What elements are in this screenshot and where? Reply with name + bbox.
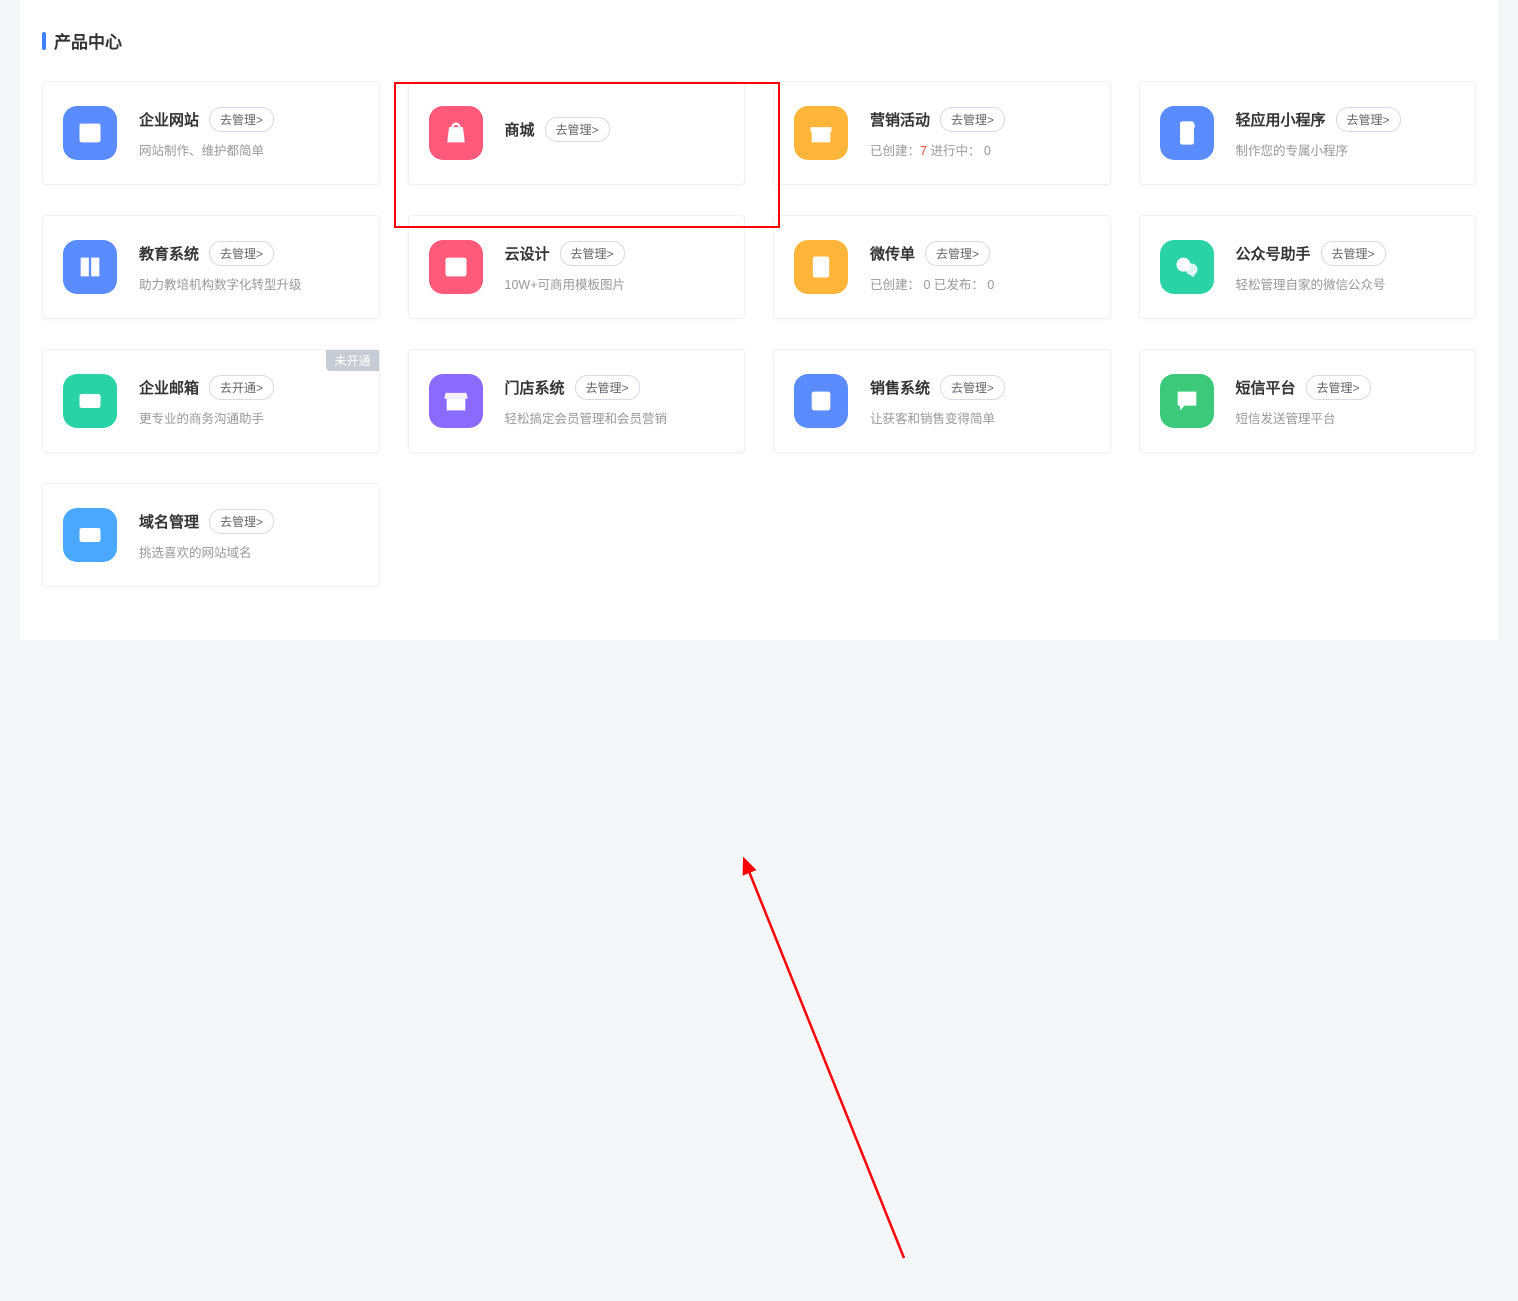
manage-button[interactable]: 去管理> xyxy=(560,241,625,266)
card-body: 营销活动去管理> 已创建：7 进行中： 0 xyxy=(870,107,1090,159)
activate-button[interactable]: 去开通> xyxy=(209,375,274,400)
card-body: 云设计去管理> 10W+可商用模板图片 xyxy=(505,241,725,293)
card-title: 短信平台 xyxy=(1236,377,1296,398)
window-icon xyxy=(63,106,117,160)
manage-button[interactable]: 去管理> xyxy=(1321,241,1386,266)
manage-button[interactable]: 去管理> xyxy=(940,107,1005,132)
product-card-4[interactable]: 教育系统去管理> 助力教培机构数字化转型升级 xyxy=(42,215,380,319)
chat-icon xyxy=(1160,374,1214,428)
flyer-icon xyxy=(794,240,848,294)
product-card-9[interactable]: 门店系统去管理> 轻松搞定会员管理和会员营销 xyxy=(408,349,746,453)
card-body: 销售系统去管理> 让获客和销售变得简单 xyxy=(870,375,1090,427)
card-body: 域名管理去管理> 挑选喜欢的网站域名 xyxy=(139,509,359,561)
store-icon xyxy=(429,374,483,428)
card-body: 短信平台去管理> 短信发送管理平台 xyxy=(1236,375,1456,427)
section-title-text: 产品中心 xyxy=(54,28,122,53)
card-desc: 制作您的专属小程序 xyxy=(1236,140,1456,159)
card-title: 轻应用小程序 xyxy=(1236,109,1326,130)
book-icon xyxy=(63,240,117,294)
card-desc: 轻松搞定会员管理和会员营销 xyxy=(505,408,725,427)
card-desc: 让获客和销售变得简单 xyxy=(870,408,1090,427)
card-body: 企业网站去管理> 网站制作、维护都简单 xyxy=(139,107,359,159)
card-title: 营销活动 xyxy=(870,109,930,130)
card-desc: 更专业的商务沟通助手 xyxy=(139,408,359,427)
card-body: 公众号助手去管理> 轻松管理自家的微信公众号 xyxy=(1236,241,1456,293)
product-card-12[interactable]: 域名管理去管理> 挑选喜欢的网站域名 xyxy=(42,483,380,587)
card-title: 企业网站 xyxy=(139,109,199,130)
card-body: 门店系统去管理> 轻松搞定会员管理和会员营销 xyxy=(505,375,725,427)
card-desc: 轻松管理自家的微信公众号 xyxy=(1236,274,1456,293)
card-body: 微传单去管理> 已创建： 0 已发布： 0 xyxy=(870,241,1090,293)
card-desc: 已创建： 0 已发布： 0 xyxy=(870,274,1090,293)
card-title: 公众号助手 xyxy=(1236,243,1311,264)
list-icon xyxy=(794,374,848,428)
card-desc: 已创建：7 进行中： 0 xyxy=(870,140,1090,159)
product-card-3[interactable]: 轻应用小程序去管理> 制作您的专属小程序 xyxy=(1139,81,1477,185)
manage-button[interactable]: 去管理> xyxy=(209,509,274,534)
card-title: 教育系统 xyxy=(139,243,199,264)
phone-icon xyxy=(1160,106,1214,160)
card-title: 销售系统 xyxy=(870,377,930,398)
section-title: 产品中心 xyxy=(42,28,1476,53)
card-desc: 网站制作、维护都简单 xyxy=(139,140,359,159)
card-desc: 短信发送管理平台 xyxy=(1236,408,1456,427)
card-desc: 10W+可商用模板图片 xyxy=(505,274,725,293)
product-card-11[interactable]: 短信平台去管理> 短信发送管理平台 xyxy=(1139,349,1477,453)
product-card-2[interactable]: 营销活动去管理> 已创建：7 进行中： 0 xyxy=(773,81,1111,185)
manage-button[interactable]: 去管理> xyxy=(1306,375,1371,400)
card-desc: 挑选喜欢的网站域名 xyxy=(139,542,359,561)
manage-button[interactable]: 去管理> xyxy=(575,375,640,400)
gift-icon xyxy=(794,106,848,160)
product-card-1[interactable]: 商城去管理> xyxy=(408,81,746,185)
card-desc: 助力教培机构数字化转型升级 xyxy=(139,274,359,293)
card-body: 轻应用小程序去管理> 制作您的专属小程序 xyxy=(1236,107,1456,159)
card-title: 域名管理 xyxy=(139,511,199,532)
product-card-7[interactable]: 公众号助手去管理> 轻松管理自家的微信公众号 xyxy=(1139,215,1477,319)
product-card-8[interactable]: 未开通企业邮箱去开通> 更专业的商务沟通助手 xyxy=(42,349,380,453)
manage-button[interactable]: 去管理> xyxy=(940,375,1005,400)
domain-icon xyxy=(63,508,117,562)
manage-button[interactable]: 去管理> xyxy=(209,107,274,132)
wechat-icon xyxy=(1160,240,1214,294)
manage-button[interactable]: 去管理> xyxy=(545,117,610,142)
card-body: 教育系统去管理> 助力教培机构数字化转型升级 xyxy=(139,241,359,293)
product-card-6[interactable]: 微传单去管理> 已创建： 0 已发布： 0 xyxy=(773,215,1111,319)
manage-button[interactable]: 去管理> xyxy=(1336,107,1401,132)
manage-button[interactable]: 去管理> xyxy=(209,241,274,266)
product-card-5[interactable]: 云设计去管理> 10W+可商用模板图片 xyxy=(408,215,746,319)
product-card-10[interactable]: 销售系统去管理> 让获客和销售变得简单 xyxy=(773,349,1111,453)
annotation-arrow xyxy=(0,640,1518,1301)
card-title: 云设计 xyxy=(505,243,550,264)
card-title: 门店系统 xyxy=(505,377,565,398)
mail-icon xyxy=(63,374,117,428)
badge-unactivated: 未开通 xyxy=(326,350,378,371)
image-icon xyxy=(429,240,483,294)
product-card-0[interactable]: 企业网站去管理> 网站制作、维护都简单 xyxy=(42,81,380,185)
product-grid: 企业网站去管理>网站制作、维护都简单商城去管理>营销活动去管理>已创建：7 进行… xyxy=(42,81,1476,587)
card-title: 微传单 xyxy=(870,243,915,264)
manage-button[interactable]: 去管理> xyxy=(925,241,990,266)
card-body: 商城去管理> xyxy=(505,117,725,150)
bag-icon xyxy=(429,106,483,160)
card-title: 商城 xyxy=(505,119,535,140)
card-body: 企业邮箱去开通> 更专业的商务沟通助手 xyxy=(139,375,359,427)
card-title: 企业邮箱 xyxy=(139,377,199,398)
